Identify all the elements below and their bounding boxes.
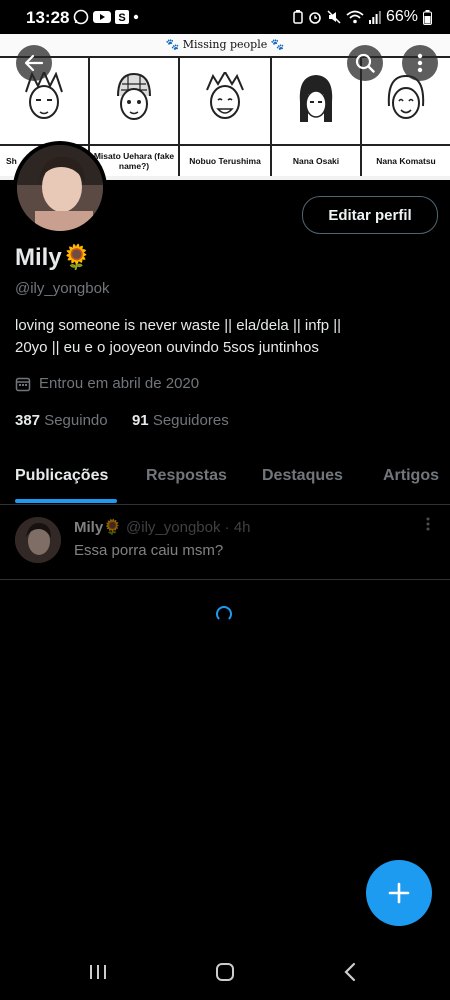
system-icons: 66% bbox=[293, 8, 432, 26]
followers-link[interactable]: 91 Seguidores bbox=[132, 412, 229, 429]
bio-line: loving someone is never waste || ela/del… bbox=[15, 317, 342, 334]
app-s-icon: S bbox=[115, 10, 129, 24]
youtube-icon bbox=[93, 11, 111, 23]
profile-name: Mily🌻 bbox=[15, 244, 92, 271]
tab-respostas[interactable]: Respostas bbox=[146, 467, 227, 485]
more-vertical-icon bbox=[417, 53, 423, 73]
compose-post-button[interactable] bbox=[366, 860, 432, 926]
alarm-icon bbox=[309, 12, 321, 24]
dot-icon bbox=[133, 14, 139, 20]
banner-panel: Misato Uehara (fake name?) bbox=[90, 58, 180, 176]
svg-text:S: S bbox=[118, 12, 125, 24]
battery-icon bbox=[423, 9, 432, 25]
mute-icon bbox=[327, 10, 341, 24]
tab-publicacoes[interactable]: Publicações bbox=[15, 467, 108, 485]
manga-face-icon bbox=[206, 72, 244, 119]
panel-caption: Nana Osaki bbox=[272, 144, 360, 176]
back-nav-icon[interactable] bbox=[343, 962, 357, 982]
joined-date: Entrou em abril de 2020 bbox=[15, 375, 199, 392]
post-avatar[interactable] bbox=[15, 517, 61, 563]
banner-header: 🐾 Missing people 🐾 bbox=[0, 34, 450, 58]
loading-spinner bbox=[216, 606, 232, 622]
following-count: 387 bbox=[15, 412, 41, 429]
recent-apps-icon[interactable] bbox=[89, 963, 107, 981]
following-link[interactable]: 387 Seguindo bbox=[15, 412, 108, 429]
profile-avatar[interactable] bbox=[13, 141, 107, 235]
panel-caption: Nana Komatsu bbox=[362, 144, 450, 176]
post-item[interactable]: Mily🌻 @ily_yongbok · 4h Essa porra caiu … bbox=[0, 505, 450, 580]
profile-tabs: Publicações Respostas Destaques Artigos bbox=[0, 456, 450, 505]
plus-icon bbox=[388, 882, 410, 904]
edit-profile-button[interactable]: Editar perfil bbox=[302, 196, 438, 234]
home-icon[interactable] bbox=[215, 962, 235, 982]
paw-icon: 🐾 bbox=[165, 38, 180, 51]
calendar-icon bbox=[15, 377, 31, 391]
post-more-button[interactable] bbox=[426, 517, 430, 534]
post-header: Mily🌻 @ily_yongbok · 4h bbox=[74, 518, 251, 536]
followers-count: 91 bbox=[131, 412, 149, 429]
joined-text: Entrou em abril de 2020 bbox=[39, 375, 200, 392]
status-bar: 13:28 S 66% bbox=[0, 0, 450, 34]
followers-label: Seguidores bbox=[152, 412, 229, 429]
follow-stats: 387 Seguindo 91 Seguidores bbox=[15, 412, 229, 429]
battery-saver-icon bbox=[293, 10, 303, 24]
wifi-icon bbox=[346, 10, 364, 24]
back-button[interactable] bbox=[16, 45, 52, 81]
post-time: · 4h bbox=[224, 519, 251, 536]
manga-face-icon bbox=[299, 75, 333, 122]
following-label: Seguindo bbox=[44, 412, 108, 429]
banner-panel: Nobuo Terushima bbox=[180, 58, 272, 176]
more-vertical-icon bbox=[426, 517, 430, 531]
active-tab-indicator bbox=[15, 499, 117, 503]
manga-face-icon bbox=[117, 72, 151, 120]
avatar-photo bbox=[15, 517, 61, 563]
tab-destaques[interactable]: Destaques bbox=[262, 467, 343, 485]
banner-panel: Nana Osaki bbox=[272, 58, 362, 176]
status-time: 13:28 bbox=[26, 8, 70, 27]
post-author-handle[interactable]: @ily_yongbok bbox=[126, 519, 220, 536]
battery-percent: 66% bbox=[385, 8, 418, 25]
system-nav-bar bbox=[0, 944, 450, 1000]
notification-icons: S bbox=[73, 9, 139, 25]
post-author-name[interactable]: Mily🌻 bbox=[74, 519, 122, 536]
search-icon bbox=[355, 53, 375, 73]
more-options-button[interactable] bbox=[402, 45, 438, 81]
whatsapp-icon bbox=[73, 9, 89, 25]
profile-handle: @ily_yongbok bbox=[15, 280, 110, 297]
signal-icon bbox=[368, 10, 381, 24]
back-arrow-icon bbox=[24, 54, 44, 72]
search-button[interactable] bbox=[347, 45, 383, 81]
profile-bio: loving someone is never waste || ela/del… bbox=[15, 315, 435, 359]
banner-header-text: Missing people bbox=[182, 38, 268, 51]
paw-icon: 🐾 bbox=[270, 38, 285, 51]
bio-line: 20yo || eu e o jooyeon ouvindo 5sos junt… bbox=[15, 339, 319, 356]
post-text: Essa porra caiu msm? bbox=[74, 542, 224, 559]
tab-artigos[interactable]: Artigos bbox=[383, 467, 439, 485]
panel-caption: Nobuo Terushima bbox=[180, 144, 270, 176]
avatar-photo bbox=[17, 145, 103, 231]
